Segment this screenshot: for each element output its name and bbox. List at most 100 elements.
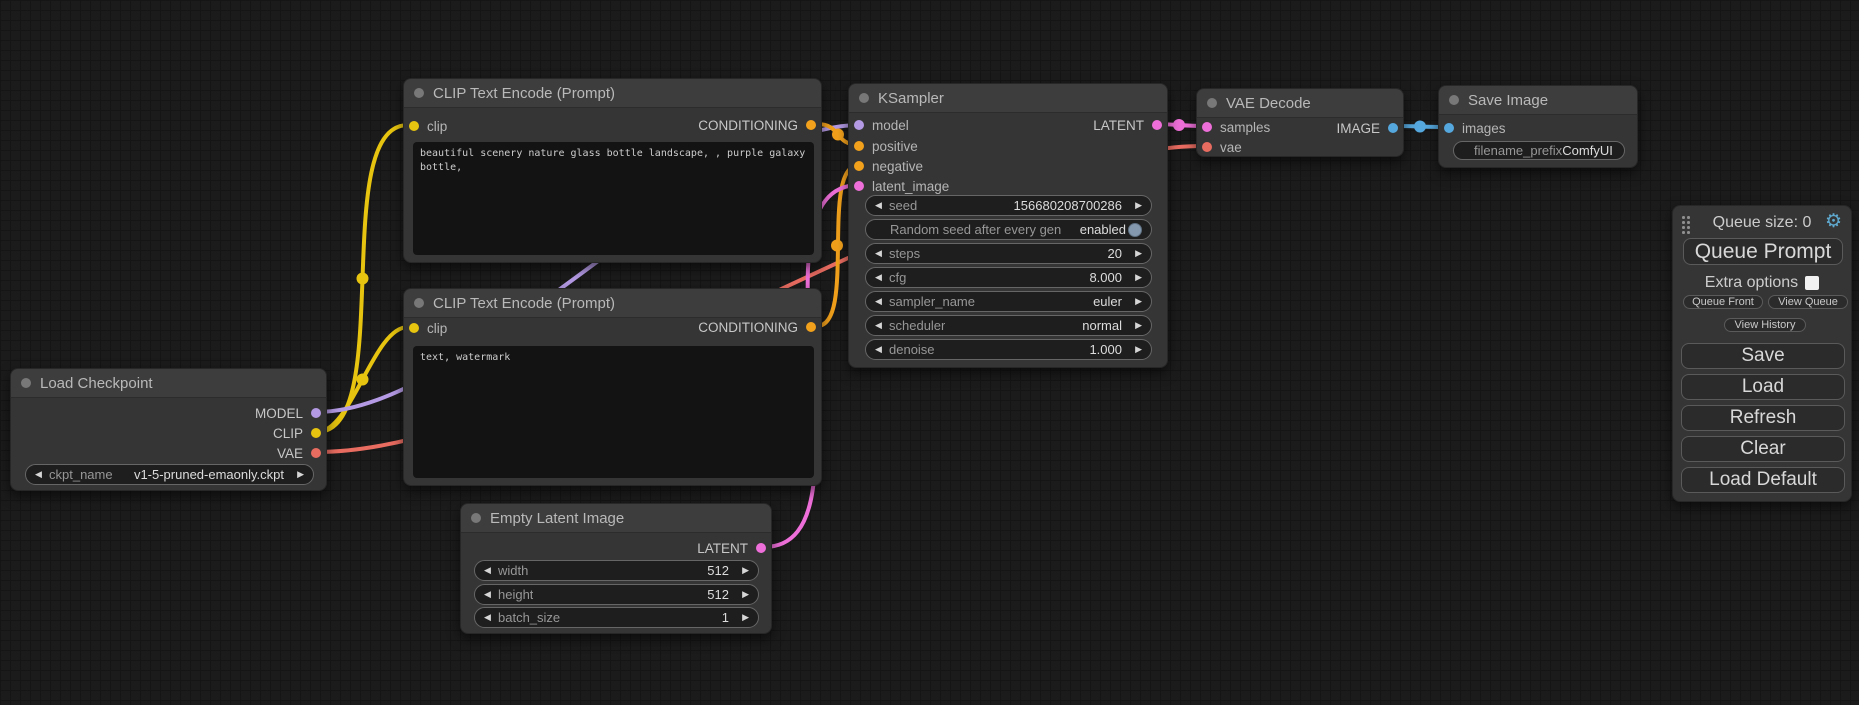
node-graph-canvas[interactable]: Load Checkpoint MODEL CLIP VAE ckpt_name… (0, 0, 1859, 705)
output-slot-image[interactable]: IMAGE (1336, 119, 1398, 137)
denoise-widget[interactable]: denoise 1.000 (865, 339, 1152, 360)
model-port-icon[interactable] (311, 408, 321, 418)
output-slot-latent[interactable]: LATENT (1093, 116, 1162, 134)
increment-arrow-icon[interactable] (1128, 344, 1142, 355)
output-slot-latent[interactable]: LATENT (697, 539, 766, 557)
node-header[interactable]: Save Image (1439, 86, 1637, 115)
decrement-arrow-icon[interactable] (875, 296, 889, 307)
conditioning-port-icon[interactable] (854, 161, 864, 171)
vae-port-icon[interactable] (311, 448, 321, 458)
decrement-arrow-icon[interactable] (875, 200, 889, 211)
input-slot-model[interactable]: model (854, 116, 909, 134)
image-port-icon[interactable] (1444, 123, 1454, 133)
increment-arrow-icon[interactable] (1128, 320, 1142, 331)
increment-arrow-icon[interactable] (735, 565, 749, 576)
conditioning-port-icon[interactable] (806, 322, 816, 332)
conditioning-port-icon[interactable] (806, 120, 816, 130)
cfg-widget[interactable]: cfg 8.000 (865, 267, 1152, 288)
increment-arrow-icon[interactable] (1128, 248, 1142, 259)
collapse-dot-icon[interactable] (21, 378, 31, 388)
batch-size-widget[interactable]: batch_size 1 (474, 607, 759, 628)
node-header[interactable]: CLIP Text Encode (Prompt) (404, 289, 821, 318)
input-slot-vae[interactable]: vae (1202, 138, 1242, 156)
queue-prompt-button[interactable]: Queue Prompt (1683, 238, 1843, 265)
output-slot-vae[interactable]: VAE (277, 444, 321, 462)
node-header[interactable]: Load Checkpoint (11, 369, 326, 398)
ckpt-name-widget[interactable]: ckpt_name v1-5-pruned-emaonly.ckpt (25, 464, 314, 485)
decrement-arrow-icon[interactable] (875, 320, 889, 331)
increment-arrow-icon[interactable] (735, 612, 749, 623)
clip-port-icon[interactable] (311, 428, 321, 438)
decrement-arrow-icon[interactable] (484, 612, 498, 623)
toggle-on-icon[interactable] (1128, 223, 1142, 237)
increment-arrow-icon[interactable] (1128, 296, 1142, 307)
decrement-arrow-icon[interactable] (875, 344, 889, 355)
input-slot-positive[interactable]: positive (854, 137, 918, 155)
decrement-arrow-icon[interactable] (875, 272, 889, 283)
steps-widget[interactable]: steps 20 (865, 243, 1152, 264)
settings-gear-icon[interactable]: ⚙ (1825, 212, 1842, 231)
view-queue-button[interactable]: View Queue (1768, 295, 1848, 309)
input-slot-clip[interactable]: clip (409, 319, 447, 337)
collapse-dot-icon[interactable] (414, 298, 424, 308)
widget-value: 156680208700286 (917, 198, 1128, 213)
output-slot-clip[interactable]: CLIP (273, 424, 321, 442)
output-slot-model[interactable]: MODEL (255, 404, 321, 422)
input-slot-negative[interactable]: negative (854, 157, 923, 175)
image-port-icon[interactable] (1388, 123, 1398, 133)
node-title: VAE Decode (1226, 95, 1311, 112)
collapse-dot-icon[interactable] (859, 93, 869, 103)
collapse-dot-icon[interactable] (414, 88, 424, 98)
negative-prompt-textarea[interactable]: text, watermark (413, 346, 814, 478)
scheduler-widget[interactable]: scheduler normal (865, 315, 1152, 336)
latent-port-icon[interactable] (756, 543, 766, 553)
random-seed-toggle-widget[interactable]: Random seed after every gen enabled (865, 219, 1152, 240)
latent-port-icon[interactable] (854, 181, 864, 191)
increment-arrow-icon[interactable] (1128, 272, 1142, 283)
load-default-button[interactable]: Load Default (1681, 467, 1845, 493)
collapse-dot-icon[interactable] (1449, 95, 1459, 105)
decrement-arrow-icon[interactable] (875, 248, 889, 259)
increment-arrow-icon[interactable] (1128, 200, 1142, 211)
node-title: Empty Latent Image (490, 510, 624, 527)
clip-port-icon[interactable] (409, 323, 419, 333)
node-header[interactable]: CLIP Text Encode (Prompt) (404, 79, 821, 108)
increment-arrow-icon[interactable] (290, 469, 304, 480)
collapse-dot-icon[interactable] (471, 513, 481, 523)
node-header[interactable]: Empty Latent Image (461, 504, 771, 533)
view-history-button[interactable]: View History (1724, 318, 1806, 332)
output-slot-conditioning[interactable]: CONDITIONING (698, 116, 816, 134)
width-widget[interactable]: width 512 (474, 560, 759, 581)
refresh-button[interactable]: Refresh (1681, 405, 1845, 431)
save-button[interactable]: Save (1681, 343, 1845, 369)
link-dot-conditioning-2 (831, 240, 843, 252)
conditioning-port-icon[interactable] (854, 141, 864, 151)
decrement-arrow-icon[interactable] (35, 469, 49, 480)
input-slot-images[interactable]: images (1444, 119, 1506, 137)
filename-prefix-widget[interactable]: filename_prefix ComfyUI (1453, 141, 1625, 160)
clip-port-icon[interactable] (409, 121, 419, 131)
latent-port-icon[interactable] (1202, 122, 1212, 132)
node-header[interactable]: KSampler (849, 84, 1167, 113)
input-slot-latent-image[interactable]: latent_image (854, 177, 949, 195)
model-port-icon[interactable] (854, 120, 864, 130)
latent-port-icon[interactable] (1152, 120, 1162, 130)
node-header[interactable]: VAE Decode (1197, 89, 1403, 118)
input-slot-samples[interactable]: samples (1202, 118, 1270, 136)
increment-arrow-icon[interactable] (735, 589, 749, 600)
height-widget[interactable]: height 512 (474, 584, 759, 605)
extra-options-checkbox[interactable] (1805, 276, 1819, 290)
sampler-name-widget[interactable]: sampler_name euler (865, 291, 1152, 312)
load-button[interactable]: Load (1681, 374, 1845, 400)
clear-button[interactable]: Clear (1681, 436, 1845, 462)
positive-prompt-textarea[interactable]: beautiful scenery nature glass bottle la… (413, 142, 814, 255)
decrement-arrow-icon[interactable] (484, 565, 498, 576)
decrement-arrow-icon[interactable] (484, 589, 498, 600)
input-slot-clip[interactable]: clip (409, 117, 447, 135)
output-slot-conditioning[interactable]: CONDITIONING (698, 318, 816, 336)
collapse-dot-icon[interactable] (1207, 98, 1217, 108)
seed-widget[interactable]: seed 156680208700286 (865, 195, 1152, 216)
queue-front-button[interactable]: Queue Front (1683, 295, 1763, 309)
vae-port-icon[interactable] (1202, 142, 1212, 152)
slot-label: images (1462, 121, 1506, 136)
